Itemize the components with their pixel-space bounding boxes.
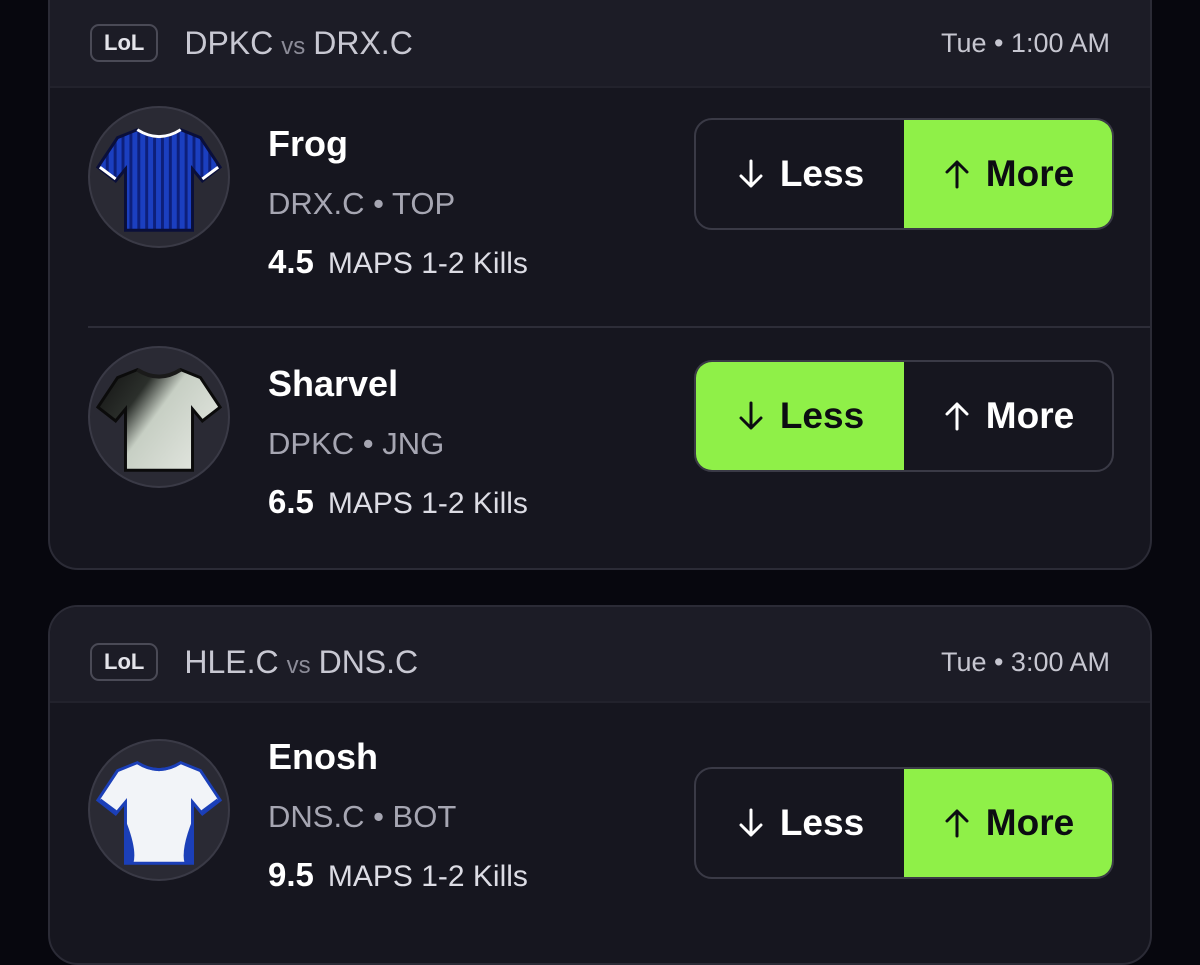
player-name: Frog (268, 123, 348, 164)
vs-label: vs (286, 651, 311, 679)
less-button[interactable]: Less (696, 120, 904, 228)
player-row: Enosh DNS.C • BOT 9.5 MAPS 1-2 Kills Les… (50, 703, 1150, 943)
line-value: 4.5 (268, 243, 314, 280)
arrow-up-icon (945, 402, 969, 431)
stat-line: 4.5 MAPS 1-2 Kills (268, 245, 528, 279)
pick-toggle: Less More (694, 767, 1114, 879)
team-a: HLE.C (184, 643, 279, 680)
stat-line: 6.5 MAPS 1-2 Kills (268, 485, 528, 519)
more-button[interactable]: More (904, 362, 1112, 470)
game-tag: LoL (90, 643, 159, 681)
match-header: LoL DPKC vs DRX.C Tue • 1:00 AM (50, 0, 1150, 88)
player-info: Enosh DNS.C • BOT 9.5 MAPS 1-2 Kills (268, 739, 528, 892)
player-row: Sharvel DPKC • JNG 6.5 MAPS 1-2 Kills Le… (50, 328, 1150, 568)
matchup: DPKC vs DRX.C (184, 25, 412, 62)
arrow-down-icon (739, 808, 763, 837)
game-tag: LoL (90, 24, 159, 62)
stat-type: MAPS 1-2 Kills (327, 860, 528, 893)
jersey-icon (88, 739, 230, 881)
less-button[interactable]: Less (696, 769, 904, 877)
player-name: Enosh (268, 736, 379, 777)
match-card: LoL DPKC vs DRX.C Tue • 1:00 AM Frog DRX… (48, 0, 1152, 570)
line-value: 6.5 (268, 483, 314, 520)
team-position: DNS.C • BOT (268, 799, 457, 834)
less-label: Less (779, 153, 865, 194)
team-b: DNS.C (318, 643, 419, 680)
matchup: HLE.C vs DNS.C (184, 644, 418, 681)
more-button[interactable]: More (904, 120, 1112, 228)
vs-label: vs (281, 32, 306, 60)
less-label: Less (779, 802, 865, 843)
stat-line: 9.5 MAPS 1-2 Kills (268, 858, 528, 892)
match-card: LoL HLE.C vs DNS.C Tue • 3:00 AM Enosh D… (48, 605, 1152, 965)
arrow-down-icon (739, 159, 763, 188)
player-row: Frog DRX.C • TOP 4.5 MAPS 1-2 Kills Less… (50, 88, 1150, 328)
team-a: DPKC (184, 24, 274, 61)
match-time: Tue • 3:00 AM (940, 646, 1110, 677)
more-label: More (985, 153, 1075, 194)
line-value: 9.5 (268, 856, 314, 893)
team-position: DRX.C • TOP (268, 186, 456, 221)
match-time: Tue • 1:00 AM (940, 27, 1110, 58)
pick-toggle: Less More (694, 118, 1114, 230)
arrow-down-icon (739, 401, 763, 430)
jersey-icon (88, 346, 230, 488)
more-button[interactable]: More (904, 769, 1112, 877)
match-header: LoL HLE.C vs DNS.C Tue • 3:00 AM (50, 607, 1150, 703)
stat-type: MAPS 1-2 Kills (327, 247, 528, 280)
less-label: Less (779, 395, 865, 436)
more-label: More (985, 395, 1075, 436)
stat-type: MAPS 1-2 Kills (327, 487, 528, 520)
player-info: Frog DRX.C • TOP 4.5 MAPS 1-2 Kills (268, 126, 528, 279)
arrow-up-icon (945, 160, 969, 189)
player-name: Sharvel (268, 363, 399, 404)
team-position: DPKC • JNG (268, 426, 445, 461)
arrow-up-icon (945, 809, 969, 838)
more-label: More (985, 802, 1075, 843)
less-button[interactable]: Less (696, 362, 904, 470)
player-info: Sharvel DPKC • JNG 6.5 MAPS 1-2 Kills (268, 366, 528, 519)
pick-toggle: Less More (694, 360, 1114, 472)
team-b: DRX.C (313, 24, 413, 61)
jersey-icon (88, 106, 230, 248)
